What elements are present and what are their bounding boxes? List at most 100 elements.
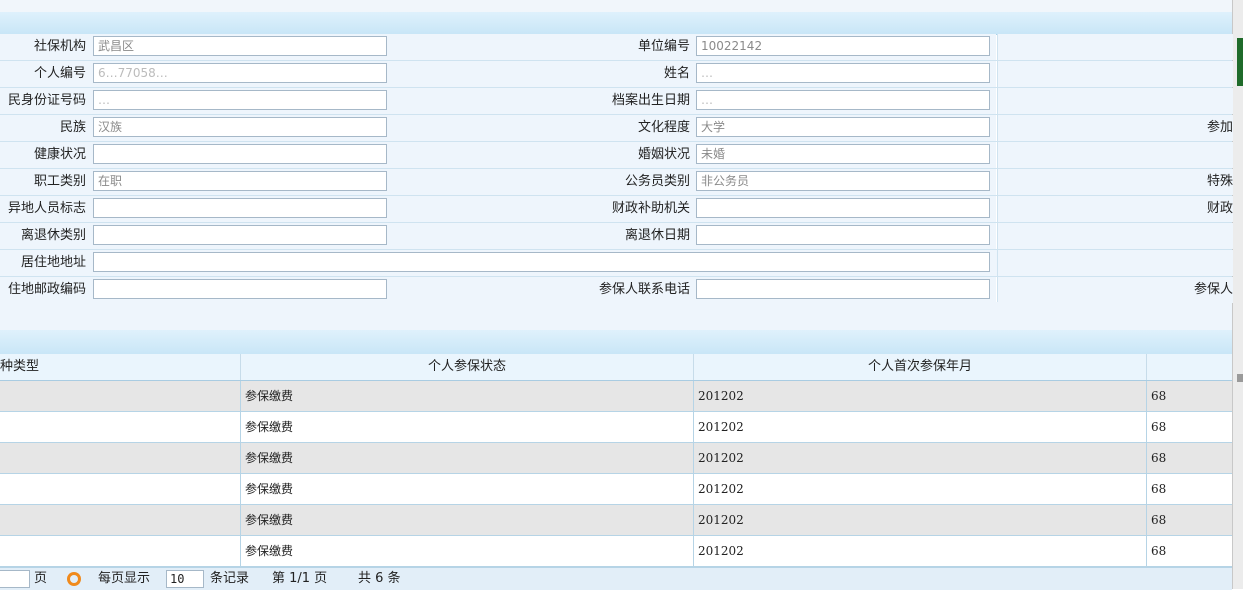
field-label-extra: 参加 (997, 115, 1233, 141)
form-row: 健康状况 婚姻状况 未婚 (0, 142, 1233, 169)
cell-status: 参保缴费 (241, 381, 694, 411)
edge-marker (1237, 374, 1243, 382)
cell-status: 参保缴费 (241, 536, 694, 566)
label-gap (86, 223, 93, 249)
page-number-input[interactable] (0, 570, 30, 588)
field-label-extra (997, 250, 1233, 276)
top-band (0, 0, 1232, 12)
cell-type (0, 443, 241, 473)
edge-accent (1237, 38, 1243, 86)
table-row[interactable]: 参保缴费 201202 68 (0, 474, 1232, 505)
cell-status: 参保缴费 (241, 443, 694, 473)
label-gap (86, 250, 93, 276)
refresh-icon[interactable] (67, 572, 81, 586)
field-input[interactable] (696, 279, 990, 299)
per-page-label: 每页显示 (98, 571, 151, 586)
field-label: 姓名 (394, 61, 690, 87)
field-label: 婚姻状况 (394, 142, 690, 168)
form-row: 异地人员标志 财政补助机关 财政 (0, 196, 1233, 223)
field-label: 离退休日期 (394, 223, 690, 249)
field-label: 职工类别 (0, 169, 86, 195)
form-row: 社保机构 武昌区 单位编号 10022142 (0, 34, 1233, 61)
cell-extra: 68 (1151, 451, 1167, 465)
cell-type (0, 474, 241, 504)
field-input[interactable] (93, 279, 387, 299)
field-label-extra (997, 61, 1233, 87)
field-input[interactable]: … (696, 63, 990, 83)
cell-extra: 68 (1151, 544, 1167, 558)
records-label: 条记录 (210, 571, 250, 586)
field-label-extra (997, 223, 1233, 249)
field-label-extra: 财政 (997, 196, 1233, 222)
field-label: 公务员类别 (394, 169, 690, 195)
form-row: 职工类别 在职 公务员类别 非公务员 特殊 (0, 169, 1233, 196)
table-row[interactable]: 参保缴费 201202 68 (0, 381, 1232, 412)
field-label-extra: 参保人 (997, 277, 1233, 303)
section-separator (0, 302, 1232, 330)
field-input[interactable] (696, 225, 990, 245)
cell-first: 201202 (694, 505, 1147, 535)
cell-type (0, 536, 241, 566)
column-header-first-date[interactable]: 个人首次参保年月 (694, 354, 1147, 380)
form-row: 住地邮政编码 参保人联系电话 参保人 (0, 277, 1233, 304)
field-input[interactable] (93, 198, 387, 218)
table-row[interactable]: 参保缴费 201202 68 (0, 505, 1232, 536)
cell-extra: 68 (1151, 389, 1167, 403)
form-row: 民身份证号码… 档案出生日期… (0, 88, 1233, 115)
field-label: 异地人员标志 (0, 196, 86, 222)
field-input[interactable]: 6…77058… (93, 63, 387, 83)
page-label: 页 (34, 571, 48, 586)
field-input[interactable]: 未婚 (696, 144, 990, 164)
cell-type (0, 381, 241, 411)
field-label: 健康状况 (0, 142, 86, 168)
field-label: 单位编号 (394, 34, 690, 60)
table-row[interactable]: 参保缴费 201202 68 (0, 536, 1232, 567)
column-header-extra[interactable] (1147, 354, 1232, 380)
field-input[interactable]: … (696, 90, 990, 110)
field-label-extra (997, 34, 1233, 60)
field-input[interactable] (93, 225, 387, 245)
field-label: 住地邮政编码 (0, 277, 86, 303)
field-input[interactable]: 汉族 (93, 117, 387, 137)
total-info: 共 6 条 (358, 571, 401, 586)
field-label-extra (997, 88, 1233, 114)
grid-header-row: 种类型 个人参保状态 个人首次参保年月 (0, 354, 1232, 381)
form-row: 离退休类别 离退休日期 (0, 223, 1233, 250)
grid-section-header (0, 330, 1232, 355)
cell-first: 201202 (694, 474, 1147, 504)
field-input[interactable] (696, 198, 990, 218)
column-header-type[interactable]: 种类型 (0, 354, 241, 380)
table-row[interactable]: 参保缴费 201202 68 (0, 443, 1232, 474)
form-row: 居住地地址 (0, 250, 1233, 277)
label-gap (86, 34, 93, 60)
field-input[interactable]: 在职 (93, 171, 387, 191)
cell-first: 201202 (694, 443, 1147, 473)
label-gap (86, 277, 93, 303)
field-input[interactable]: 10022142 (696, 36, 990, 56)
field-input[interactable]: 武昌区 (93, 36, 387, 56)
label-gap (86, 115, 93, 141)
cell-extra: 68 (1151, 482, 1167, 496)
cell-status: 参保缴费 (241, 412, 694, 442)
label-gap (86, 169, 93, 195)
right-scrollbar[interactable] (1232, 0, 1243, 589)
column-header-status[interactable]: 个人参保状态 (241, 354, 694, 380)
per-page-input[interactable]: 10 (166, 570, 204, 588)
field-label: 参保人联系电话 (394, 277, 690, 303)
field-input[interactable] (93, 144, 387, 164)
table-row[interactable]: 参保缴费 201202 68 (0, 412, 1232, 443)
form-row: 个人编号 6…77058… 姓名 … (0, 61, 1233, 88)
field-label-extra: 特殊 (997, 169, 1233, 195)
field-label: 文化程度 (394, 115, 690, 141)
cell-extra: 68 (1151, 420, 1167, 434)
field-label: 财政补助机关 (394, 196, 690, 222)
field-input[interactable]: 非公务员 (696, 171, 990, 191)
field-label: 离退休类别 (0, 223, 86, 249)
cell-type (0, 412, 241, 442)
field-input[interactable]: … (93, 90, 387, 110)
field-input[interactable]: 大学 (696, 117, 990, 137)
page-info: 第 1/1 页 (272, 571, 328, 586)
field-label: 档案出生日期 (394, 88, 690, 114)
field-label: 个人编号 (0, 61, 86, 87)
address-input[interactable] (93, 252, 990, 272)
